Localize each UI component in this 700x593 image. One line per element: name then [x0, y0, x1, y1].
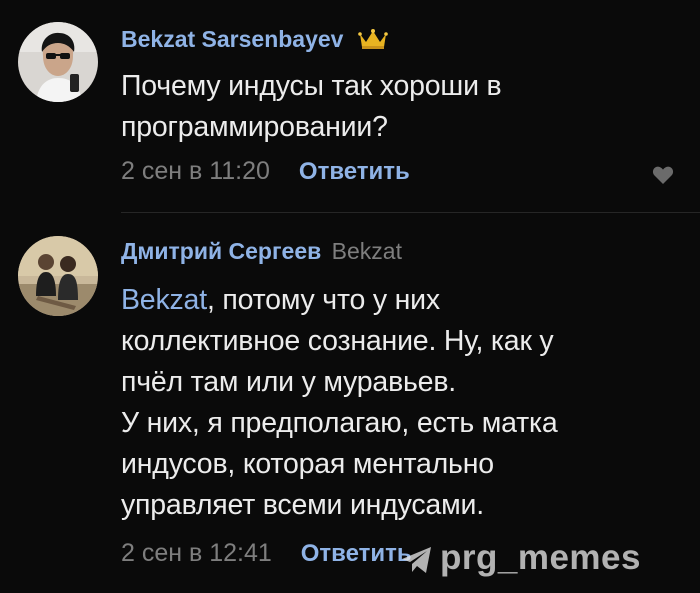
comment-text: Почему индусы так хороши в программирова… — [121, 66, 502, 148]
watermark-text: prg_memes — [440, 538, 641, 577]
telegram-icon — [400, 544, 434, 584]
comment-divider — [121, 212, 700, 213]
comment-meta: 2 сен в 11:20 Ответить — [121, 157, 410, 186]
comment-item: Bekzat Sarsenbayev Почему индусы так хор… — [0, 0, 700, 212]
comment-line: У них, я предполагаю, есть матка — [121, 407, 558, 439]
comment-line: Почему индусы так хороши в — [121, 70, 502, 102]
comment-line: коллективное сознание. Ну, как у — [121, 325, 554, 357]
comment-line: управляет всеми индусами. — [121, 489, 484, 521]
comment-meta: 2 сен в 12:41 Ответить — [121, 539, 412, 568]
mention-link[interactable]: Bekzat — [121, 284, 207, 316]
comment-author-line: Дмитрий Сергеев Bekzat — [121, 238, 402, 265]
comment-author-line: Bekzat Sarsenbayev — [121, 26, 388, 56]
avatar[interactable] — [18, 22, 98, 102]
comment-line: Bekzat, потому что у них — [121, 280, 558, 321]
comment-line: программировании? — [121, 111, 388, 143]
comment-text: Bekzat, потому что у них коллективное со… — [121, 280, 558, 526]
crown-icon — [358, 28, 388, 56]
comment-line-rest: , потому что у них — [206, 284, 440, 316]
comment-time: 2 сен в 11:20 — [121, 157, 270, 185]
reply-button[interactable]: Ответить — [299, 158, 410, 185]
watermark: prg_memes — [400, 538, 641, 584]
reply-button[interactable]: Ответить — [301, 540, 412, 567]
avatar[interactable] — [18, 236, 98, 316]
comment-time: 2 сен в 12:41 — [121, 539, 272, 567]
reply-to-name[interactable]: Bekzat — [332, 238, 402, 264]
comment-line: индусов, которая ментально — [121, 448, 494, 480]
author-name[interactable]: Bekzat Sarsenbayev — [121, 26, 343, 52]
heart-icon[interactable] — [652, 165, 674, 185]
comment-item: Дмитрий Сергеев Bekzat Bekzat, потому чт… — [0, 214, 700, 593]
comment-line: пчёл там или у муравьев. — [121, 366, 456, 398]
author-name[interactable]: Дмитрий Сергеев — [121, 238, 321, 264]
